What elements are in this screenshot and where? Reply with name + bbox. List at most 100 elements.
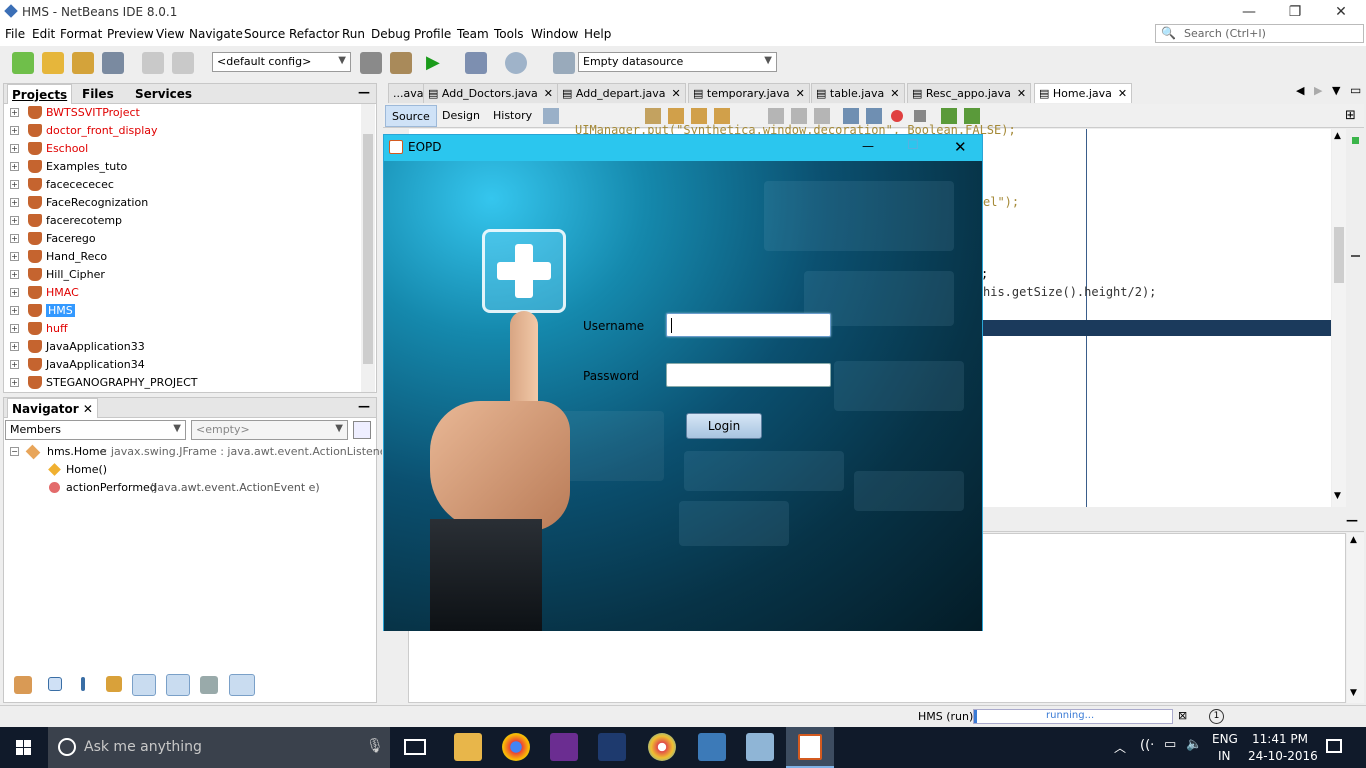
action-center-icon[interactable] (1326, 739, 1342, 753)
expand-icon[interactable]: + (10, 216, 19, 225)
menu-navigate[interactable]: Navigate (189, 27, 243, 41)
login-button[interactable]: Login (686, 413, 762, 439)
datasource-select[interactable]: Empty datasource ▼ (578, 52, 777, 72)
editor-tab[interactable]: ▤ Add_depart.java ✕ (557, 83, 686, 103)
close-icon[interactable]: ✕ (1017, 87, 1026, 100)
tab-list-icon[interactable]: ▼ (1332, 84, 1340, 97)
expand-icon[interactable]: + (10, 198, 19, 207)
open-project-icon[interactable] (72, 52, 94, 74)
app-icon[interactable] (698, 733, 726, 761)
close-icon[interactable]: ✕ (1118, 87, 1127, 100)
microphone-icon[interactable]: 🎙 (366, 738, 384, 754)
task-view-icon[interactable] (404, 739, 426, 755)
menu-refactor[interactable]: Refactor (289, 27, 339, 41)
tab-navigator[interactable]: Navigator ✕ (7, 398, 98, 418)
expand-icon[interactable]: + (10, 378, 19, 387)
tab-services[interactable]: Services (131, 84, 196, 104)
expand-icon[interactable]: + (10, 342, 19, 351)
close-button[interactable]: ✕ (1318, 0, 1364, 24)
menu-source[interactable]: Source (244, 27, 285, 41)
virtualbox-icon[interactable] (746, 733, 774, 761)
navigator-constructor-row[interactable]: Home() (4, 461, 374, 479)
minimize-output-button[interactable]: — (1346, 513, 1358, 527)
language-label[interactable]: ENG (1212, 732, 1238, 746)
scroll-up-icon[interactable]: ▲ (1350, 535, 1357, 545)
editor-tab[interactable]: ▤ table.java ✕ (811, 83, 905, 103)
show-fields-icon[interactable] (48, 677, 62, 691)
menu-tools[interactable]: Tools (494, 27, 524, 41)
inherited-members-icon[interactable] (14, 676, 32, 694)
members-select[interactable]: Members ▼ (5, 420, 186, 440)
show-static-icon[interactable] (81, 677, 85, 691)
navigator-class-row[interactable]: − hms.Home :: javax.swing.JFrame : java.… (4, 443, 391, 461)
split-editor-icon[interactable]: ⊞ (1345, 108, 1356, 123)
close-icon[interactable]: ✕ (890, 87, 899, 100)
find-icon[interactable] (645, 108, 661, 124)
stop-macro-icon[interactable] (914, 110, 926, 122)
maximize-editor-icon[interactable]: ▭ (1350, 83, 1361, 97)
chevron-up-icon[interactable]: ︿ (1114, 739, 1126, 756)
navigator-method-row[interactable]: actionPerformed (java.awt.event.ActionEv… (4, 479, 374, 497)
filter-select[interactable]: <empty> ▼ (191, 420, 348, 440)
scroll-down-icon[interactable]: ▼ (1350, 688, 1357, 698)
redo-icon[interactable] (172, 52, 194, 74)
clock-date[interactable]: 24-10-2016 (1248, 749, 1318, 763)
new-file-icon[interactable] (12, 52, 34, 74)
collapse-icon[interactable]: − (10, 447, 19, 456)
menu-run[interactable]: Run (342, 27, 365, 41)
network-icon[interactable]: ((· (1140, 738, 1154, 753)
expand-icon[interactable]: + (10, 252, 19, 261)
last-edit-icon[interactable] (543, 108, 559, 124)
sort-by-source-icon[interactable] (229, 674, 255, 696)
expand-icon[interactable]: + (10, 126, 19, 135)
minimize-panel-button[interactable]: — (358, 399, 370, 413)
dialog-maximize-button[interactable]: ☐ (907, 138, 919, 153)
find-next-icon[interactable] (691, 108, 707, 124)
scroll-down-icon[interactable]: ▼ (1334, 491, 1341, 501)
clock-time[interactable]: 11:41 PM (1252, 732, 1308, 746)
debug-icon[interactable] (465, 52, 487, 74)
close-icon[interactable]: ✕ (796, 87, 805, 100)
minimize-panel-button[interactable]: — (358, 85, 370, 99)
output-scrollbar[interactable]: ▲ ▼ (1347, 533, 1364, 703)
menu-edit[interactable]: Edit (32, 27, 55, 41)
expand-icon[interactable]: + (10, 306, 19, 315)
scroll-tabs-left-icon[interactable]: ◀ (1296, 84, 1304, 97)
lock-icon[interactable] (106, 676, 122, 692)
datasource-icon[interactable] (553, 52, 575, 74)
editor-tab[interactable]: ▤ temporary.java ✕ (688, 83, 810, 103)
projects-scrollbar[interactable] (361, 104, 375, 392)
editor-tab-active[interactable]: ▤ Home.java ✕ (1034, 83, 1133, 103)
sort-by-name-icon[interactable] (200, 676, 218, 694)
expand-icon[interactable]: + (10, 180, 19, 189)
editor-tab[interactable]: ▤ Resc_appo.java ✕ (907, 83, 1032, 103)
menu-profile[interactable]: Profile (414, 27, 451, 41)
dialog-close-button[interactable]: ✕ (954, 138, 967, 156)
expand-icon[interactable]: + (10, 108, 19, 117)
menu-view[interactable]: View (156, 27, 184, 41)
scrollbar-thumb[interactable] (1334, 227, 1344, 283)
filter-non-public-icon[interactable] (166, 674, 190, 696)
file-explorer-icon[interactable] (454, 733, 482, 761)
cortana-search-box[interactable]: Ask me anything 🎙 (48, 727, 390, 768)
menu-format[interactable]: Format (60, 27, 102, 41)
menu-debug[interactable]: Debug (371, 27, 410, 41)
tab-files[interactable]: Files (78, 84, 118, 104)
close-icon[interactable]: ✕ (544, 87, 553, 100)
expand-icon[interactable]: + (10, 288, 19, 297)
restore-button[interactable]: ❐ (1272, 0, 1318, 24)
editor-tab[interactable]: ▤ Add_Doctors.java ✕ (423, 83, 558, 103)
close-icon[interactable]: ✕ (672, 87, 681, 100)
next-bookmark-icon[interactable] (791, 108, 807, 124)
editor-scrollbar[interactable]: ▲ ▼ (1332, 129, 1346, 507)
toggle-bookmark-icon[interactable] (814, 108, 830, 124)
clean-build-icon[interactable] (390, 52, 412, 74)
menu-window[interactable]: Window (531, 27, 578, 41)
shift-left-icon[interactable] (843, 108, 859, 124)
volume-icon[interactable]: 🔈 (1186, 737, 1202, 752)
java-app-taskbar-button[interactable] (786, 727, 834, 768)
battery-icon[interactable]: ▭ (1164, 737, 1176, 752)
menu-preview[interactable]: Preview (107, 27, 154, 41)
find-previous-icon[interactable] (668, 108, 684, 124)
toggle-highlight-icon[interactable] (714, 108, 730, 124)
